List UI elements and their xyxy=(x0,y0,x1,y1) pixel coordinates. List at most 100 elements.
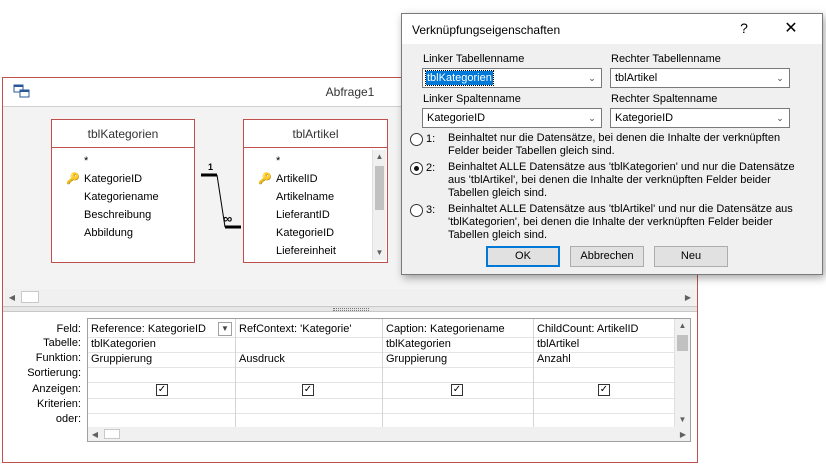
show-checkbox[interactable]: ✓ xyxy=(598,384,610,396)
field-label: Artikelname xyxy=(276,191,335,203)
scroll-left-icon[interactable]: ◀ xyxy=(88,427,102,441)
radio-selected-dot xyxy=(414,166,419,171)
right-table-select[interactable]: tblArtikel ⌄ xyxy=(610,68,790,88)
grid-cell-funktion[interactable]: Gruppierung xyxy=(91,352,152,366)
field-label: ArtikelID xyxy=(276,173,318,185)
field-label: LieferantID xyxy=(276,209,330,221)
field-label: Liefereinheit xyxy=(276,245,336,257)
right-column-select[interactable]: KategorieID ⌄ xyxy=(610,108,790,128)
scroll-thumb[interactable] xyxy=(21,291,39,303)
dialog-titlebar[interactable]: Verknüpfungseigenschaften ? ✕ xyxy=(402,14,822,44)
scroll-up-icon[interactable]: ▲ xyxy=(675,319,690,333)
grid-vscrollbar[interactable]: ▲ ▼ xyxy=(674,319,690,427)
left-table-value: tblKategorien xyxy=(425,70,494,86)
row-label-feld: Feld: xyxy=(56,323,81,335)
key-icon: 🔑 xyxy=(66,173,80,185)
chevron-down-icon[interactable]: ⌄ xyxy=(584,110,600,126)
left-column-select[interactable]: KategorieID ⌄ xyxy=(422,108,602,128)
scroll-thumb[interactable] xyxy=(104,429,120,439)
scroll-thumb[interactable] xyxy=(375,166,384,210)
new-join-button[interactable]: Neu xyxy=(654,246,728,267)
grid-cell-feld[interactable]: RefContext: 'Kategorie' xyxy=(239,322,351,336)
field-item[interactable]: KategorieID xyxy=(276,224,387,242)
join-option-text[interactable]: Beinhaltet nur die Datensätze, bei denen… xyxy=(448,132,808,158)
field-item[interactable]: * xyxy=(84,152,194,170)
field-item[interactable]: LieferantID xyxy=(276,206,387,224)
chevron-down-icon[interactable]: ⌄ xyxy=(772,110,788,126)
scroll-right-icon[interactable]: ▶ xyxy=(676,427,690,441)
chevron-down-icon[interactable]: ▼ xyxy=(218,322,232,336)
one-label: 1 xyxy=(208,162,213,172)
grid-cell-tabelle[interactable]: tblArtikel xyxy=(537,337,579,351)
help-button[interactable]: ? xyxy=(736,20,752,38)
join-option-text[interactable]: Beinhaltet ALLE Datensätze aus 'tblArtik… xyxy=(448,203,808,242)
show-checkbox[interactable]: ✓ xyxy=(302,384,314,396)
close-button[interactable]: ✕ xyxy=(780,18,802,38)
table-tblartikel[interactable]: tblArtikel * 🔑 ArtikelID Artikelname Lief… xyxy=(243,119,388,263)
grid-column[interactable]: RefContext: 'Kategorie' Ausdruck ✓ xyxy=(236,319,383,427)
table-title[interactable]: tblKategorien xyxy=(52,120,194,148)
grid-cell-funktion[interactable]: Anzahl xyxy=(537,352,571,366)
left-column-value: KategorieID xyxy=(427,112,486,124)
chevron-down-icon[interactable]: ⌄ xyxy=(584,70,600,86)
row-label-sortierung: Sortierung: xyxy=(27,367,81,379)
field-item[interactable]: Beschreibung xyxy=(84,206,194,224)
field-item[interactable]: * xyxy=(276,152,387,170)
grid-hscrollbar[interactable]: ◀ ▶ xyxy=(88,427,690,441)
join-option-num: 3: xyxy=(426,204,436,216)
field-list-scrollbar[interactable]: ▲ ▼ xyxy=(372,150,386,260)
many-label: ∞ xyxy=(223,211,232,226)
left-table-select[interactable]: tblKategorien ⌄ xyxy=(422,68,602,88)
grid-cell-tabelle[interactable]: tblKategorien xyxy=(386,337,451,351)
show-checkbox[interactable]: ✓ xyxy=(451,384,463,396)
query-design-grid[interactable]: Reference: KategorieID ▼ tblKategorien G… xyxy=(87,318,691,442)
design-hscrollbar[interactable]: ◀ ▶ xyxy=(5,289,695,305)
right-column-label: Rechter Spaltenname xyxy=(611,93,718,105)
join-option-1-radio[interactable] xyxy=(410,133,423,146)
grid-column[interactable]: ChildCount: ArtikelID tblArtikel Anzahl … xyxy=(534,319,674,427)
row-label-anzeigen: Anzeigen: xyxy=(32,383,81,395)
grid-cell-tabelle[interactable]: tblKategorien xyxy=(91,337,156,351)
cancel-button[interactable]: Abbrechen xyxy=(570,246,644,267)
scroll-up-icon[interactable]: ▲ xyxy=(373,150,386,164)
field-item[interactable]: Artikelname xyxy=(276,188,387,206)
field-label: Kategoriename xyxy=(84,191,159,203)
field-label: KategorieID xyxy=(276,227,335,239)
table-tblkategorien[interactable]: tblKategorien * 🔑 KategorieID Kategoriena… xyxy=(51,119,195,263)
grid-column[interactable]: Caption: Kategoriename tblKategorien Gru… xyxy=(383,319,534,427)
left-table-label: Linker Tabellenname xyxy=(423,53,525,65)
field-item[interactable]: Liefereinheit xyxy=(276,242,387,260)
join-option-num: 2: xyxy=(426,162,436,174)
field-label: Beschreibung xyxy=(84,209,152,221)
ok-button[interactable]: OK xyxy=(486,246,560,267)
grid-cell-feld[interactable]: Caption: Kategoriename xyxy=(386,322,505,336)
grid-cell-funktion[interactable]: Gruppierung xyxy=(386,352,447,366)
grid-cell-feld[interactable]: Reference: KategorieID xyxy=(91,322,217,336)
grid-cell-funktion[interactable]: Ausdruck xyxy=(239,352,285,366)
dialog-title: Verknüpfungseigenschaften xyxy=(412,23,561,37)
show-checkbox[interactable]: ✓ xyxy=(156,384,168,396)
field-item[interactable]: Kategoriename xyxy=(84,188,194,206)
field-item[interactable]: Abbildung xyxy=(84,224,194,242)
scroll-down-icon[interactable]: ▼ xyxy=(373,246,386,260)
scroll-down-icon[interactable]: ▼ xyxy=(675,413,690,427)
query-grid-area: Feld: Tabelle: Funktion: Sortierung: Anz… xyxy=(3,312,697,462)
table-title[interactable]: tblArtikel xyxy=(244,120,387,148)
row-label-kriterien: Kriterien: xyxy=(36,398,81,410)
scroll-right-icon[interactable]: ▶ xyxy=(681,289,695,305)
field-item[interactable]: 🔑 KategorieID xyxy=(66,170,194,188)
field-item[interactable]: 🔑 ArtikelID xyxy=(258,170,387,188)
scroll-left-icon[interactable]: ◀ xyxy=(5,289,19,305)
relation-line[interactable]: 1 ∞ xyxy=(195,157,247,237)
field-label: Abbildung xyxy=(84,227,133,239)
field-label: KategorieID xyxy=(84,173,143,185)
join-option-2-radio[interactable] xyxy=(410,162,423,175)
grid-cell-feld[interactable]: ChildCount: ArtikelID xyxy=(537,322,639,336)
splitter-grip[interactable] xyxy=(333,308,369,311)
scroll-thumb[interactable] xyxy=(677,335,688,351)
field-label: * xyxy=(84,155,89,167)
chevron-down-icon[interactable]: ⌄ xyxy=(772,70,788,86)
join-option-text[interactable]: Beinhaltet ALLE Datensätze aus 'tblKateg… xyxy=(448,161,808,200)
join-option-3-radio[interactable] xyxy=(410,204,423,217)
grid-column[interactable]: Reference: KategorieID ▼ tblKategorien G… xyxy=(88,319,236,427)
